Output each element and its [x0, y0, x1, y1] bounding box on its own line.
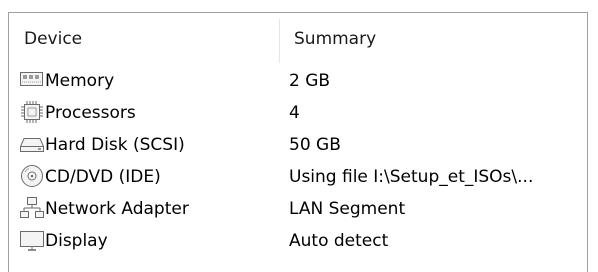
device-name: Display: [45, 231, 108, 251]
device-summary: 2 GB: [289, 71, 331, 91]
cd-dvd-icon: [19, 163, 45, 189]
device-name: Hard Disk (SCSI): [45, 135, 185, 155]
column-header-summary[interactable]: Summary: [294, 13, 376, 63]
device-summary: LAN Segment: [289, 199, 406, 219]
device-summary: 4: [289, 103, 300, 123]
device-row-network-adapter[interactable]: Network Adapter LAN Segment: [9, 192, 587, 224]
device-name: Processors: [45, 103, 136, 123]
device-row-cd-dvd[interactable]: CD/DVD (IDE) Using file I:\Setup_et_ISOs…: [9, 160, 587, 192]
device-name: CD/DVD (IDE): [45, 167, 161, 187]
network-adapter-icon: [19, 195, 45, 221]
memory-icon: [19, 67, 45, 93]
device-summary: Using file I:\Setup_et_ISOs\...: [289, 167, 534, 187]
column-header-device[interactable]: Device: [24, 13, 82, 63]
hard-disk-icon: [19, 131, 45, 157]
processor-icon: [19, 99, 45, 125]
device-row-memory[interactable]: Memory 2 GB: [9, 64, 587, 96]
table-header: Device Summary: [9, 13, 587, 63]
display-icon: [19, 227, 45, 253]
device-name: Network Adapter: [45, 199, 189, 219]
column-divider[interactable]: [279, 19, 280, 63]
device-summary: Auto detect: [289, 231, 389, 251]
hardware-device-list: Device Summary Memory 2 GB Processors 4 …: [8, 12, 588, 272]
device-summary: 50 GB: [289, 135, 341, 155]
device-row-hard-disk[interactable]: Hard Disk (SCSI) 50 GB: [9, 128, 587, 160]
device-row-display[interactable]: Display Auto detect: [9, 224, 587, 256]
device-row-processors[interactable]: Processors 4: [9, 96, 587, 128]
device-name: Memory: [45, 71, 115, 91]
